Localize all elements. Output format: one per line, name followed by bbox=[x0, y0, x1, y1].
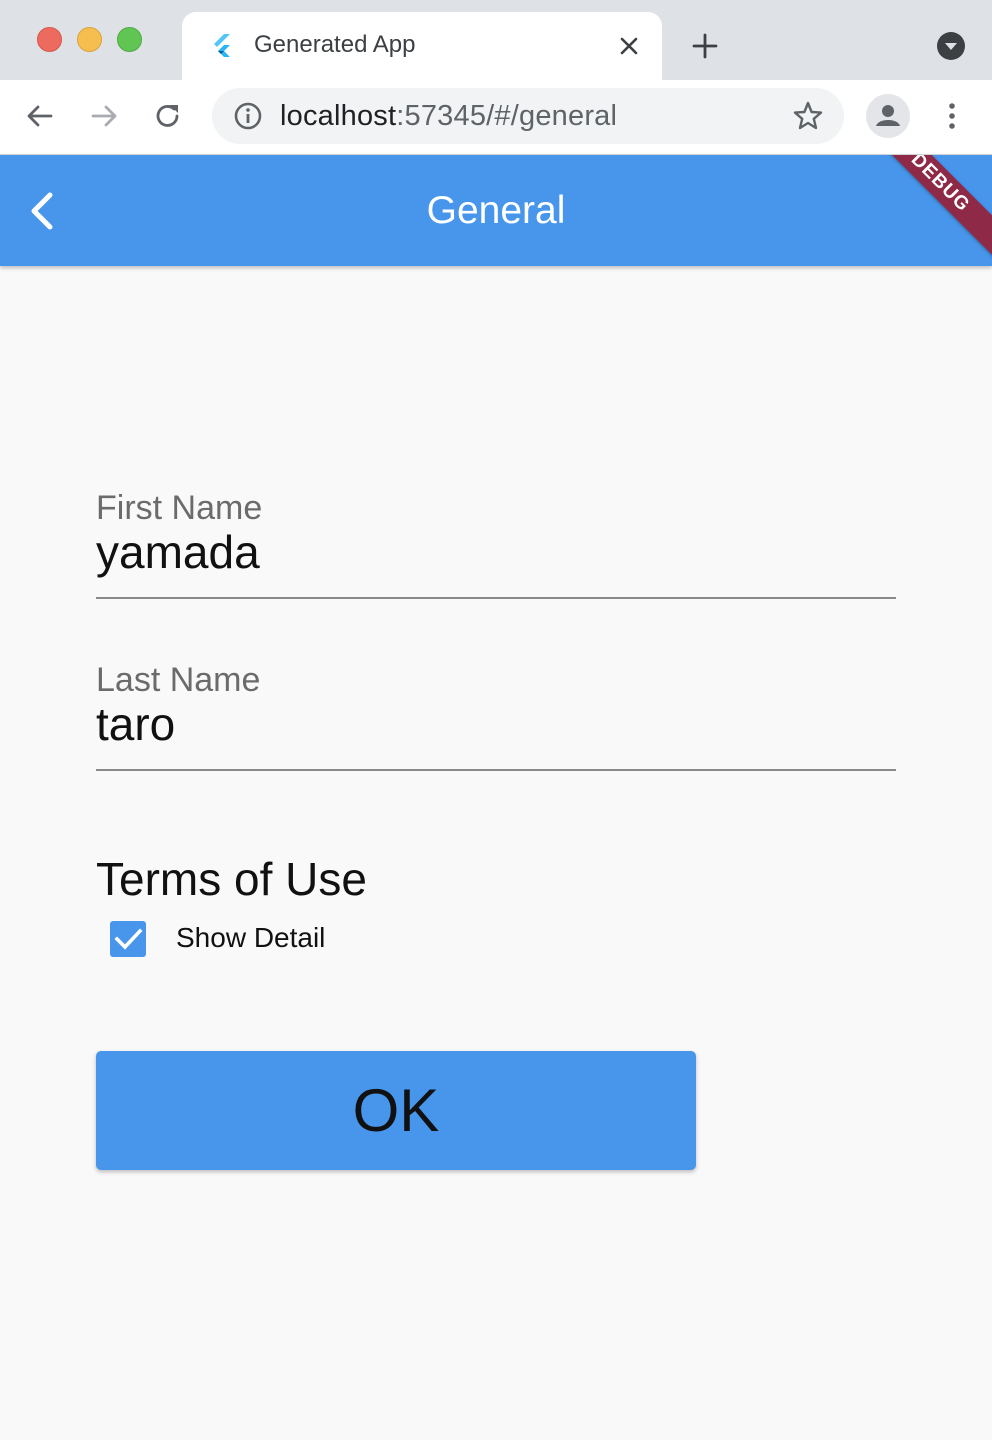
plus-icon[interactable] bbox=[690, 31, 720, 61]
checkmark-icon bbox=[114, 928, 143, 950]
tab-title: Generated App bbox=[254, 31, 416, 58]
last-name-input[interactable] bbox=[96, 697, 896, 751]
last-name-underline bbox=[96, 769, 896, 771]
ok-button[interactable]: OK bbox=[96, 1051, 696, 1170]
show-detail-checkbox[interactable] bbox=[110, 921, 146, 957]
flutter-icon bbox=[214, 34, 230, 57]
last-name-field[interactable]: Last Name bbox=[96, 661, 896, 771]
star-icon[interactable] bbox=[792, 100, 824, 132]
show-detail-label: Show Detail bbox=[176, 922, 326, 953]
info-icon[interactable] bbox=[232, 100, 264, 132]
browser-tabstrip: Generated App bbox=[0, 0, 992, 80]
last-name-label: Last Name bbox=[96, 661, 261, 699]
first-name-underline bbox=[96, 597, 896, 599]
kebab-menu-icon[interactable] bbox=[936, 100, 968, 132]
maximize-window-button[interactable] bbox=[117, 27, 142, 52]
forward-arrow-icon[interactable] bbox=[88, 100, 120, 132]
first-name-label: First Name bbox=[96, 489, 263, 527]
minimize-window-button[interactable] bbox=[77, 27, 102, 52]
address-bar[interactable]: localhost:57345/#/general bbox=[212, 88, 844, 144]
close-window-button[interactable] bbox=[37, 27, 62, 52]
tab-search-icon[interactable] bbox=[936, 31, 966, 61]
browser-tab[interactable]: Generated App bbox=[182, 12, 662, 80]
browser-toolbar: localhost:57345/#/general bbox=[0, 80, 992, 155]
back-arrow-icon[interactable] bbox=[24, 100, 56, 132]
app-bar: General DEBUG bbox=[0, 155, 992, 266]
first-name-input[interactable] bbox=[96, 525, 896, 579]
first-name-field[interactable]: First Name bbox=[96, 489, 896, 599]
close-icon[interactable] bbox=[616, 33, 642, 59]
terms-heading: Terms of Use bbox=[96, 853, 367, 905]
page-title: General bbox=[426, 189, 566, 232]
url-text[interactable]: localhost:57345/#/general bbox=[280, 100, 617, 133]
reload-icon[interactable] bbox=[152, 100, 184, 132]
profile-icon[interactable] bbox=[866, 94, 910, 138]
